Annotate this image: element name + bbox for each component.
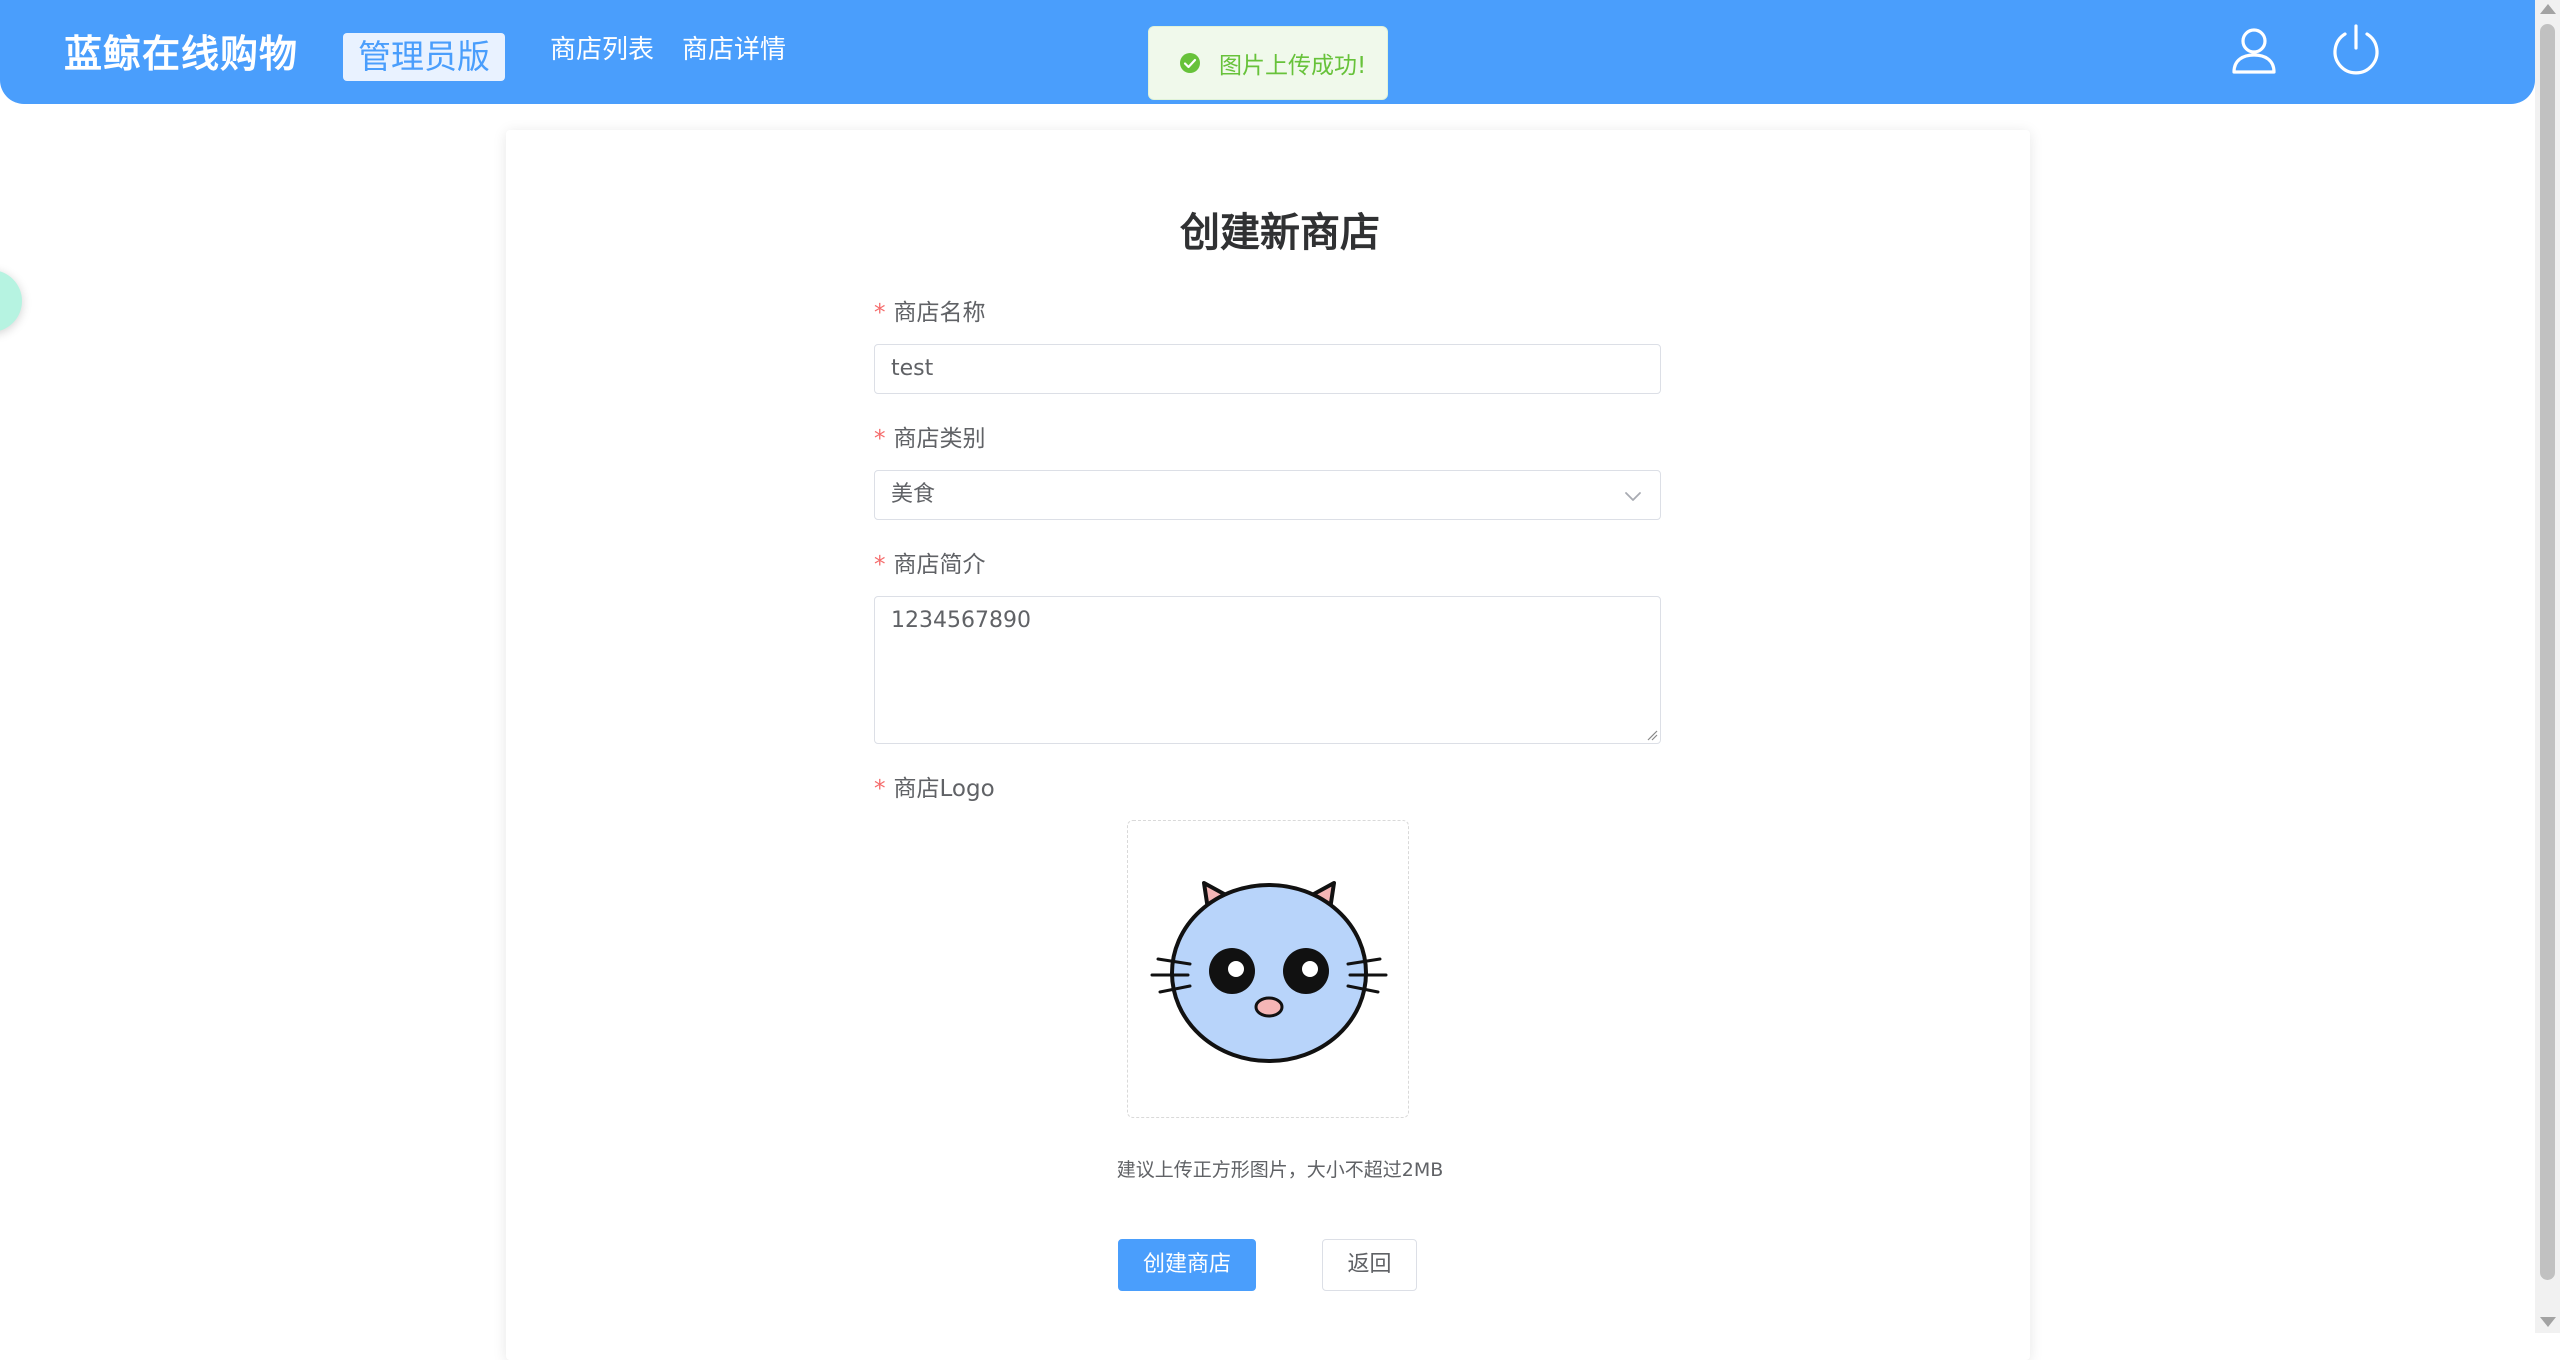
required-mark: * (874, 776, 886, 802)
scroll-up-icon[interactable] (2540, 4, 2556, 14)
store-description-value: 1234567890 (891, 608, 1031, 633)
user-icon[interactable] (2224, 20, 2284, 80)
cat-logo-image (1150, 881, 1388, 1063)
resize-handle-icon[interactable] (1646, 729, 1658, 741)
page-title: 创建新商店 (1180, 210, 1380, 256)
create-store-button[interactable]: 创建商店 (1118, 1239, 1256, 1291)
store-category-label: * 商店类别 (874, 423, 986, 455)
power-icon[interactable] (2326, 20, 2386, 80)
store-category-value: 美食 (891, 482, 936, 507)
store-name-input[interactable]: test (874, 344, 1661, 394)
page-scrollbar[interactable] (2535, 0, 2560, 1333)
brand-title: 蓝鲸在线购物 (64, 32, 299, 76)
nav-store-detail[interactable]: 商店详情 (682, 30, 786, 70)
store-logo-label: * 商店Logo (874, 773, 995, 805)
required-mark: * (874, 300, 886, 326)
store-description-label-text: 商店简介 (893, 552, 986, 578)
store-name-label-text: 商店名称 (893, 300, 986, 326)
back-button[interactable]: 返回 (1322, 1239, 1417, 1291)
required-mark: * (874, 426, 886, 452)
check-circle-icon (1180, 53, 1200, 73)
nav-store-list[interactable]: 商店列表 (550, 30, 654, 70)
store-description-textarea[interactable]: 1234567890 (874, 596, 1661, 744)
store-category-label-text: 商店类别 (893, 426, 986, 452)
store-name-label: * 商店名称 (874, 297, 986, 329)
admin-badge: 管理员版 (343, 33, 505, 81)
scroll-down-icon[interactable] (2540, 1317, 2556, 1327)
logo-hint: 建议上传正方形图片，大小不超过2MB (1116, 1159, 1444, 1181)
logo-uploader[interactable] (1127, 820, 1409, 1118)
toast-message: 图片上传成功! (1219, 53, 1367, 79)
store-description-label: * 商店简介 (874, 549, 986, 581)
required-mark: * (874, 552, 886, 578)
store-category-select[interactable]: 美食 (874, 470, 1661, 520)
side-float-button[interactable] (0, 270, 22, 332)
success-toast: 图片上传成功! (1148, 26, 1388, 100)
scroll-thumb[interactable] (2540, 24, 2555, 1280)
store-logo-label-text: 商店Logo (893, 776, 995, 802)
chevron-down-icon (1625, 492, 1641, 501)
